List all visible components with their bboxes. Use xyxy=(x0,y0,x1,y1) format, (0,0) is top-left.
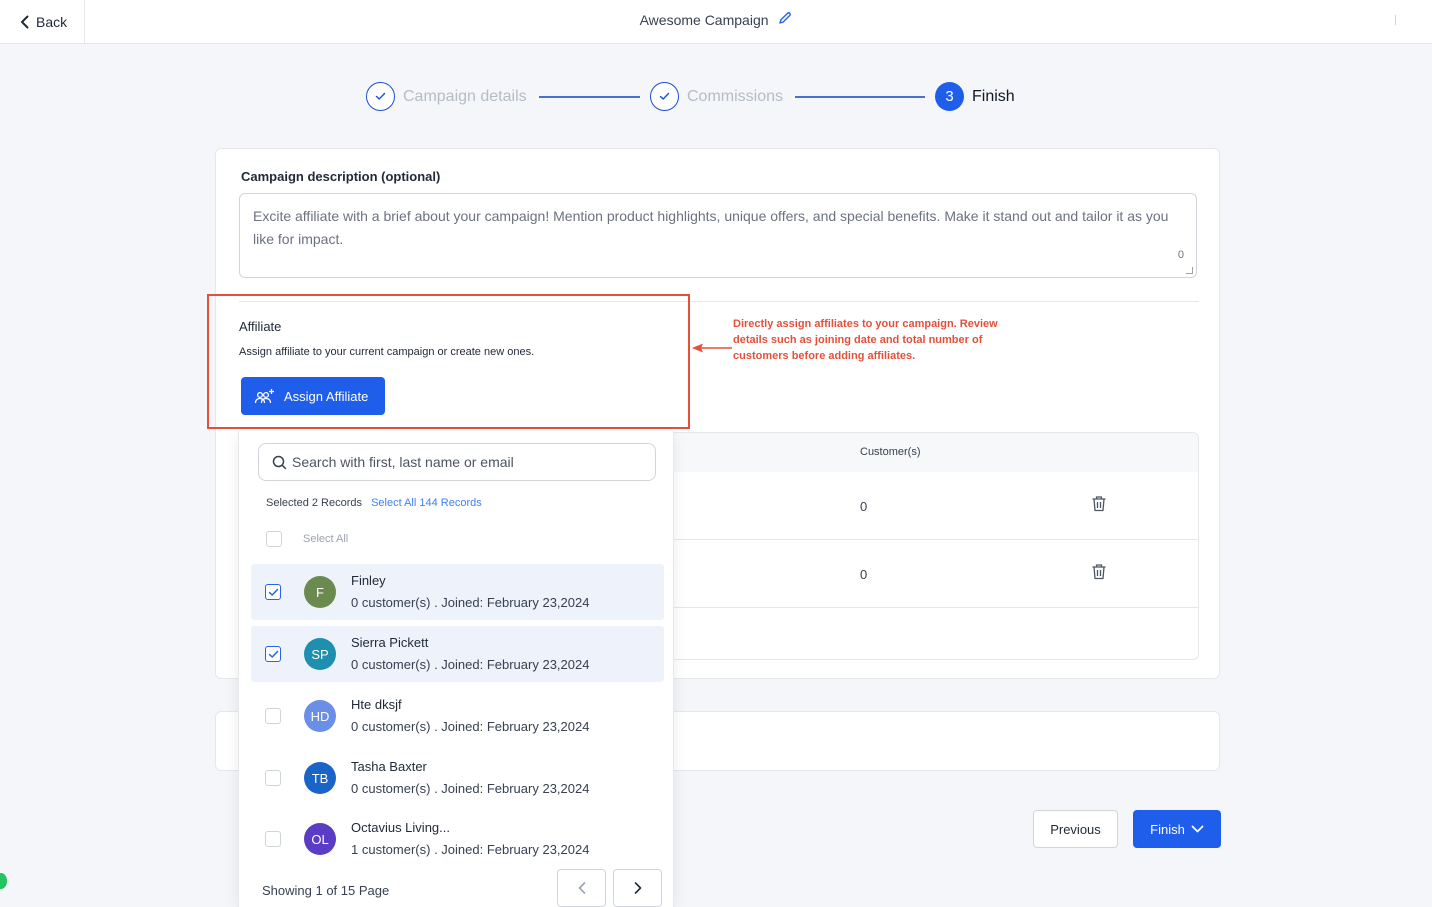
resize-handle[interactable] xyxy=(1186,267,1193,274)
step-connector xyxy=(795,96,925,98)
campaign-name: Awesome Campaign xyxy=(639,12,769,28)
affiliate-checkbox[interactable] xyxy=(265,708,281,724)
affiliate-name: Tasha Baxter xyxy=(351,759,427,774)
affiliate-option[interactable]: TB Tasha Baxter 0 customer(s) . Joined: … xyxy=(251,750,664,806)
previous-label: Previous xyxy=(1050,821,1101,837)
step-connector xyxy=(539,96,640,98)
affiliate-meta: 1 customer(s) . Joined: February 23,2024 xyxy=(351,842,590,857)
step-commissions[interactable]: Commissions xyxy=(650,82,783,111)
previous-button[interactable]: Previous xyxy=(1033,810,1118,848)
affiliate-checkbox[interactable] xyxy=(265,646,281,662)
chevron-left-icon xyxy=(578,882,585,894)
affiliate-checkbox[interactable] xyxy=(265,831,281,847)
finish-label: Finish xyxy=(1150,821,1185,837)
step-number: 3 xyxy=(935,82,964,111)
check-icon xyxy=(650,82,679,111)
affiliate-option[interactable]: F Finley 0 customer(s) . Joined: Februar… xyxy=(251,564,664,620)
finish-button[interactable]: Finish xyxy=(1133,810,1221,848)
affiliate-name: Sierra Pickett xyxy=(351,635,429,650)
assign-affiliate-button[interactable]: Assign Affiliate xyxy=(241,377,385,415)
affiliate-title: Affiliate xyxy=(239,319,282,334)
assign-affiliate-label: Assign Affiliate xyxy=(284,388,369,404)
affiliate-meta: 0 customer(s) . Joined: February 23,2024 xyxy=(351,719,590,734)
step-label: Finish xyxy=(972,87,1015,105)
step-campaign-details[interactable]: Campaign details xyxy=(366,82,527,111)
affiliate-checkbox[interactable] xyxy=(265,584,281,600)
select-all-checkbox[interactable] xyxy=(266,531,282,547)
description-label: Campaign description (optional) xyxy=(241,169,441,184)
affiliate-name: Finley xyxy=(351,573,386,588)
users-add-icon xyxy=(254,388,274,403)
search-input[interactable]: Search with first, last name or email xyxy=(258,443,656,481)
affiliate-checkbox[interactable] xyxy=(265,770,281,786)
check-icon xyxy=(268,650,278,658)
status-dot xyxy=(0,873,7,889)
trash-icon[interactable] xyxy=(1091,563,1107,585)
top-bar: Back Awesome Campaign xyxy=(0,0,1432,44)
description-textarea[interactable]: Excite affiliate with a brief about your… xyxy=(239,193,1197,278)
affiliate-option[interactable]: HD Hte dksjf 0 customer(s) . Joined: Feb… xyxy=(251,688,664,744)
affiliate-dropdown: Search with first, last name or email Se… xyxy=(238,431,674,907)
annotation-text: Directly assign affiliates to your campa… xyxy=(733,318,998,362)
trash-icon[interactable] xyxy=(1091,495,1107,517)
selected-count: Selected 2 Records xyxy=(266,497,362,509)
avatar: F xyxy=(304,576,336,608)
next-page-button[interactable] xyxy=(613,869,662,907)
check-icon xyxy=(268,588,278,596)
chevron-right-icon xyxy=(634,882,641,894)
chevron-down-icon xyxy=(1191,825,1204,833)
affiliate-name: Hte dksjf xyxy=(351,697,402,712)
affiliate-subtitle: Assign affiliate to your current campaig… xyxy=(239,346,535,358)
affiliate-meta: 0 customer(s) . Joined: February 23,2024 xyxy=(351,781,590,796)
customers-count: 0 xyxy=(860,499,868,514)
prev-page-button[interactable] xyxy=(557,869,606,907)
stepper: Campaign details Commissions 3 Finish xyxy=(0,82,1432,112)
customers-column-header: Customer(s) xyxy=(860,446,921,458)
avatar: HD xyxy=(304,700,336,732)
selection-summary: Selected 2 Records Select All 144 Record… xyxy=(266,497,482,509)
search-placeholder: Search with first, last name or email xyxy=(292,454,514,470)
customers-count: 0 xyxy=(860,567,868,582)
description-placeholder: Excite affiliate with a brief about your… xyxy=(253,208,1169,247)
affiliate-option[interactable]: SP Sierra Pickett 0 customer(s) . Joined… xyxy=(251,626,664,682)
search-icon xyxy=(272,455,287,469)
affiliate-meta: 0 customer(s) . Joined: February 23,2024 xyxy=(351,595,590,610)
avatar: TB xyxy=(304,762,336,794)
topbar-divider xyxy=(1395,15,1396,25)
pagination-info: Showing 1 of 15 Page xyxy=(262,883,390,898)
select-all-label: Select All xyxy=(303,533,349,545)
step-label: Commissions xyxy=(687,87,784,105)
step-label: Campaign details xyxy=(403,87,527,105)
edit-pencil-icon[interactable] xyxy=(778,11,792,28)
affiliate-option[interactable]: OL Octavius Living... 1 customer(s) . Jo… xyxy=(251,811,664,867)
avatar: OL xyxy=(304,823,336,855)
step-finish[interactable]: 3 Finish xyxy=(935,82,1015,111)
select-all-records-link[interactable]: Select All 144 Records xyxy=(371,497,482,509)
divider xyxy=(239,301,1199,302)
affiliate-meta: 0 customer(s) . Joined: February 23,2024 xyxy=(351,657,590,672)
check-icon xyxy=(366,82,395,111)
page-title: Awesome Campaign xyxy=(0,12,1432,28)
affiliate-name: Octavius Living... xyxy=(351,820,450,835)
avatar: SP xyxy=(304,638,336,670)
annotation-arrow-icon xyxy=(692,343,732,353)
char-counter: 0 xyxy=(1177,249,1184,261)
select-all-row[interactable]: Select All xyxy=(266,531,348,547)
